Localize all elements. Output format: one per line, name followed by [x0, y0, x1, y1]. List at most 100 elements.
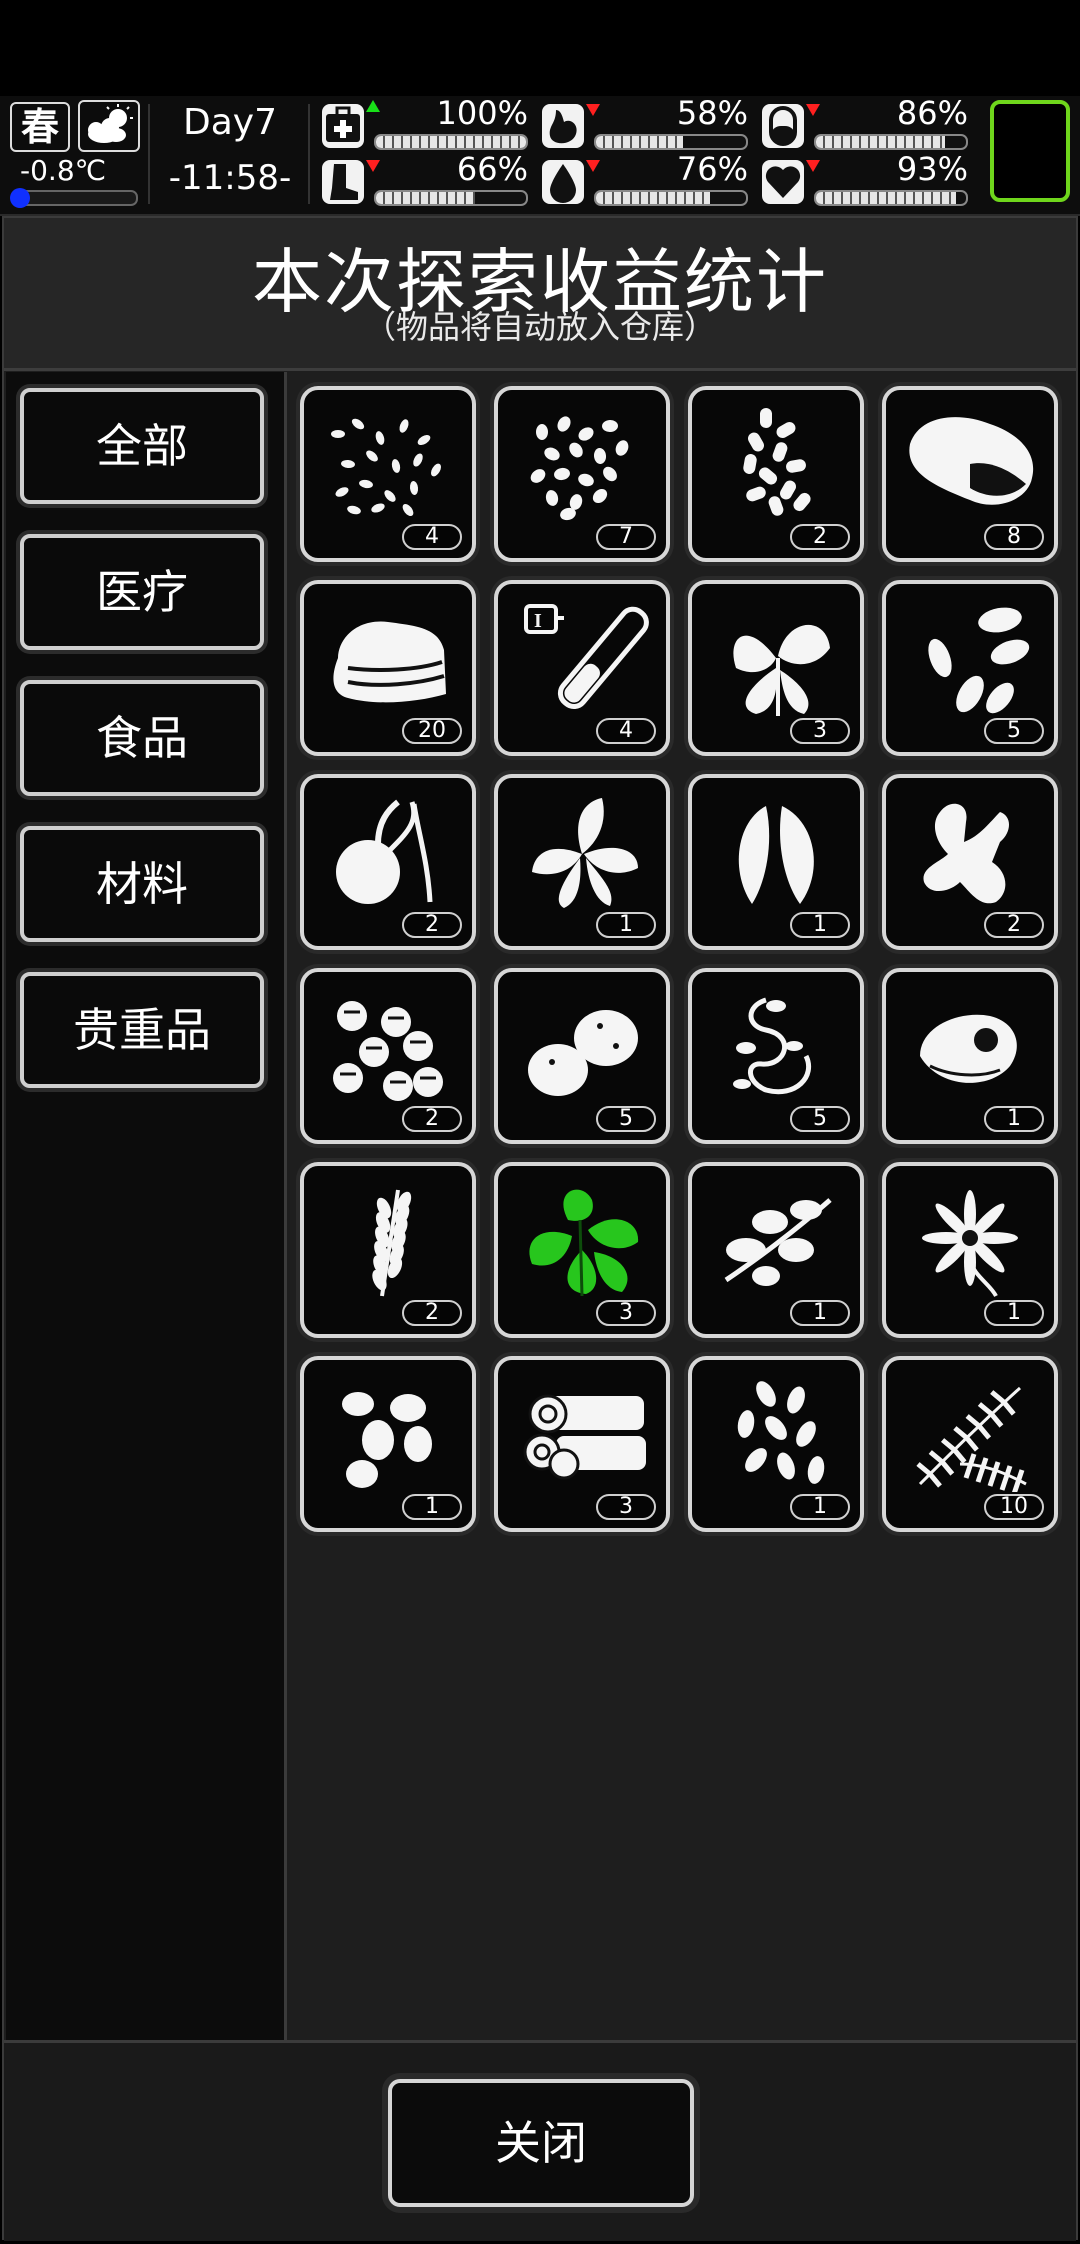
item-count-badge: 8 [984, 524, 1044, 550]
day-counter: Day7 [183, 102, 277, 143]
item-slot[interactable]: 1 [688, 1356, 864, 1532]
item-count-badge: 5 [984, 718, 1044, 744]
season-indicator: 春 [10, 102, 70, 152]
trend-down-icon [366, 160, 380, 172]
test-tube-icon: I [524, 604, 649, 710]
item-slot[interactable]: 2 [300, 1162, 476, 1338]
item-slot[interactable]: 2 [882, 774, 1058, 950]
berry-branch-icon [724, 1198, 832, 1286]
status-bar: 春 -0.8℃ Day7 -11:58- 100% 58% 86% 66% 76% 93% [0, 94, 1080, 216]
water-drop-icon [542, 160, 584, 204]
stat-bar [814, 190, 968, 206]
stat-foot: 66% [322, 150, 528, 208]
item-slot[interactable]: 5 [494, 968, 670, 1144]
trend-down-icon [806, 160, 820, 172]
item-count-badge: 3 [790, 718, 850, 744]
item-slot[interactable]: 10 [882, 1356, 1058, 1532]
item-count-badge: 3 [596, 1494, 656, 1520]
stat-bar-fill [376, 136, 526, 148]
item-slot[interactable]: 20 [300, 580, 476, 756]
wheat-ear-icon [372, 1189, 412, 1297]
character-portrait[interactable] [990, 100, 1070, 202]
svg-text:I: I [534, 610, 542, 632]
item-slot[interactable]: 1 [688, 1162, 864, 1338]
item-count-badge: 1 [790, 1494, 850, 1520]
stat-bar [814, 134, 968, 150]
stat-bar-fill [596, 192, 710, 204]
item-slot[interactable]: 7 [494, 386, 670, 562]
category-tab-medical[interactable]: 医疗 [20, 534, 264, 650]
item-slot[interactable]: 3 [494, 1356, 670, 1532]
item-count-badge: 5 [790, 1106, 850, 1132]
item-count-badge: 1 [790, 912, 850, 938]
stat-bar-fill [816, 136, 945, 148]
ginger-root-icon [923, 803, 1009, 904]
partly-cloudy-icon [78, 100, 140, 152]
mint-leaves-icon [532, 798, 638, 908]
stat-bar-fill [596, 136, 683, 148]
item-slot[interactable]: 8 [882, 386, 1058, 562]
sprouting-bulb-icon [336, 799, 433, 904]
stat-water-drop: 76% [542, 150, 748, 208]
fern-icon [916, 1386, 1027, 1492]
temperature: -0.8℃ [20, 154, 107, 187]
category-tab-all[interactable]: 全部 [20, 388, 264, 504]
item-slot[interactable]: 2 [300, 968, 476, 1144]
pill-icon [762, 104, 804, 148]
panel-footer: 关闭 [4, 2040, 1076, 2241]
stat-bar [594, 190, 748, 206]
trend-down-icon [586, 160, 600, 172]
temperature-knob [10, 188, 30, 208]
item-slot[interactable]: 5 [688, 968, 864, 1144]
stomach-icon [542, 104, 584, 148]
item-count-badge: 2 [402, 912, 462, 938]
exploration-rewards-panel: 本次探索收益统计 （物品将自动放入仓库） 全部 医疗 食品 材料 贵重品 4 7 2… [2, 216, 1078, 2241]
rice-grains-icon [331, 418, 441, 517]
item-count-badge: 20 [402, 718, 462, 744]
temperature-gauge [16, 190, 138, 206]
item-count-badge: 5 [596, 1106, 656, 1132]
category-tab-valuables[interactable]: 贵重品 [20, 972, 264, 1088]
item-slot[interactable]: 3 [494, 1162, 670, 1338]
cloth-stack-icon [333, 621, 446, 703]
divider [148, 104, 150, 204]
stat-bar-fill [376, 192, 475, 204]
potatoes-icon [528, 1010, 638, 1096]
bay-leaves-icon [738, 806, 814, 904]
stat-percent: 100% [436, 94, 528, 132]
stat-bar [594, 134, 748, 150]
close-button[interactable]: 关闭 [388, 2079, 694, 2207]
green-herb-icon [529, 1189, 639, 1297]
mushroom-cap-icon [920, 1014, 1017, 1083]
star-flower-icon [922, 1190, 1018, 1298]
item-count-badge: 1 [596, 912, 656, 938]
sweet-potato-icon [909, 417, 1034, 505]
item-count-badge: 10 [984, 1494, 1044, 1520]
trend-down-icon [586, 104, 600, 116]
item-slot[interactable]: 3 [688, 580, 864, 756]
item-slot[interactable]: 2 [300, 774, 476, 950]
stat-first-aid: 100% [322, 94, 528, 152]
item-count-badge: 1 [402, 1494, 462, 1520]
item-slot[interactable]: I4 [494, 580, 670, 756]
first-aid-icon [322, 104, 364, 148]
item-slot[interactable]: 1 [494, 774, 670, 950]
item-slot[interactable]: 4 [300, 386, 476, 562]
item-slot[interactable]: 1 [882, 1162, 1058, 1338]
page-subtitle: （物品将自动放入仓库） [363, 308, 716, 346]
game-clock: -11:58- [168, 158, 292, 198]
item-slot[interactable]: 1 [688, 774, 864, 950]
category-tab-food[interactable]: 食品 [20, 680, 264, 796]
stat-percent: 76% [676, 150, 748, 188]
item-slot[interactable]: 2 [688, 386, 864, 562]
item-slot[interactable]: 1 [882, 968, 1058, 1144]
foot-icon [322, 160, 364, 204]
item-slot[interactable]: 1 [300, 1356, 476, 1532]
category-tab-materials[interactable]: 材料 [20, 826, 264, 942]
stat-percent: 93% [896, 150, 968, 188]
stat-percent: 58% [676, 94, 748, 132]
item-count-badge: 4 [402, 524, 462, 550]
stat-bar [374, 190, 528, 206]
item-count-badge: 2 [790, 524, 850, 550]
item-slot[interactable]: 5 [882, 580, 1058, 756]
